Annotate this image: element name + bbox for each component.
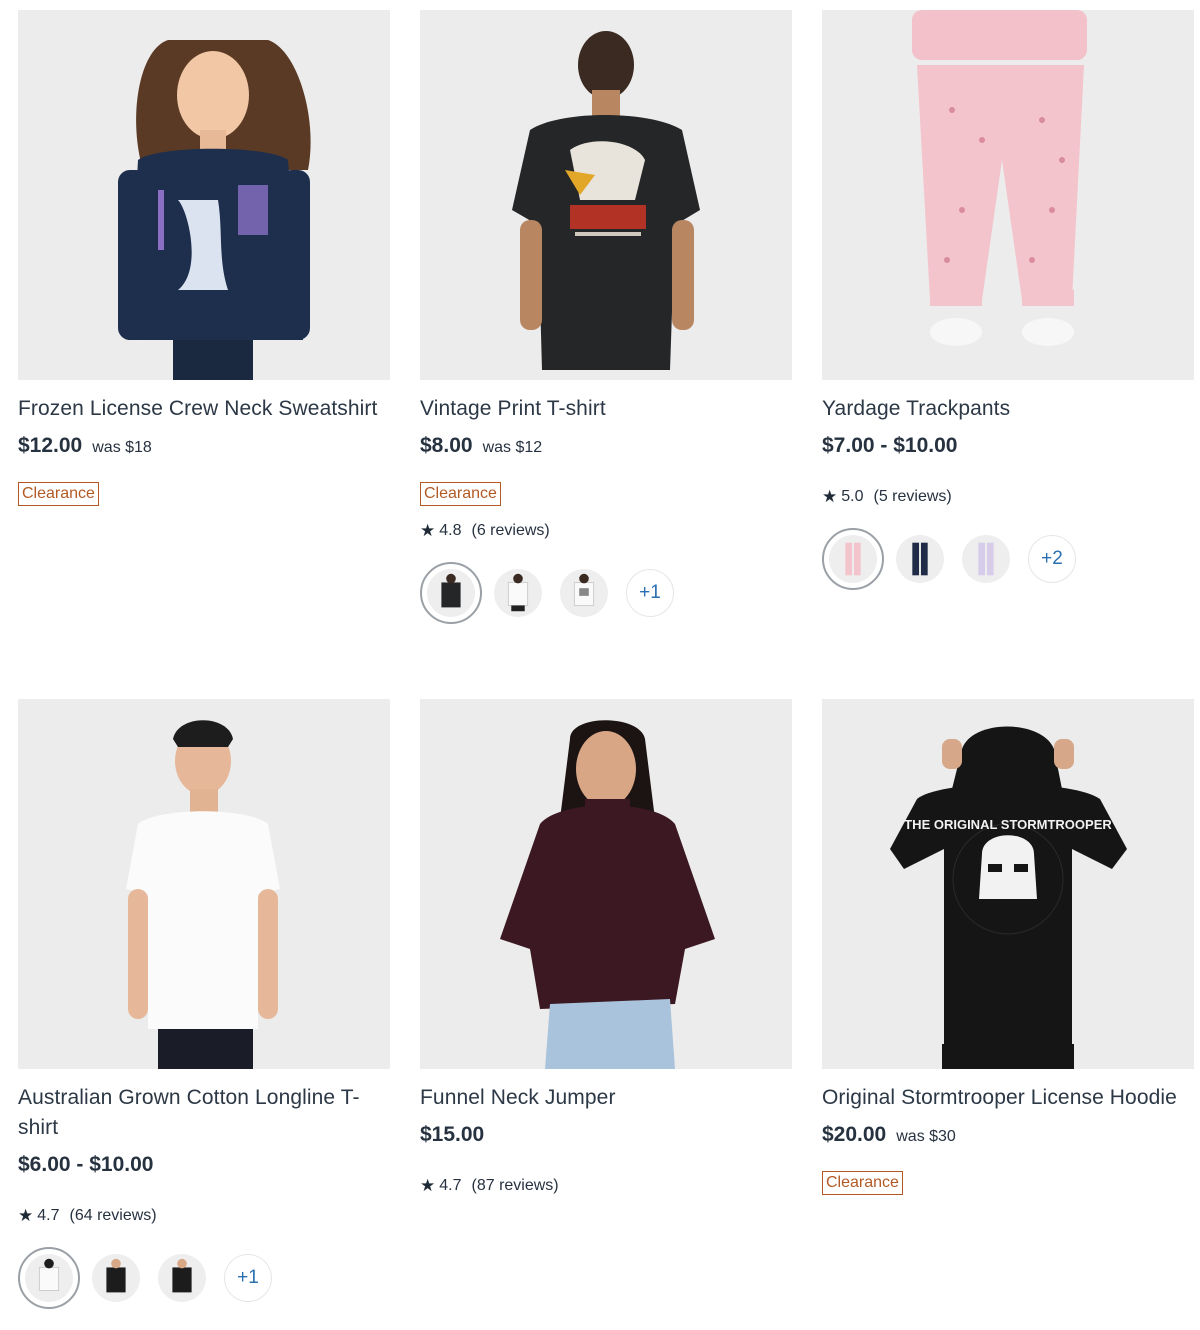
rating: ★ 4.8 (6 reviews): [420, 520, 792, 542]
swatch-black[interactable]: [92, 1254, 140, 1302]
product-photo-pink-trackpants: [822, 10, 1194, 380]
product-card-funnel-neck-jumper[interactable]: Funnel Neck Jumper $15.00 ★ 4.7 (87 revi…: [420, 699, 792, 1197]
clearance-badge: Clearance: [822, 1171, 903, 1195]
colour-swatches: +1: [18, 1247, 390, 1309]
rating: ★ 4.7 (87 reviews): [420, 1175, 792, 1197]
review-count[interactable]: (87 reviews): [472, 1177, 559, 1195]
swatch-white-selected[interactable]: [18, 1247, 80, 1309]
clearance-badge: Clearance: [420, 482, 501, 506]
price-row: $15.00: [420, 1123, 792, 1151]
more-colours-button[interactable]: +1: [626, 569, 674, 617]
price: $20.00: [822, 1123, 887, 1146]
product-photo-black-hoodie-back: THE ORIGINAL STORMTROOPER: [822, 699, 1194, 1069]
print-text: THE ORIGINAL STORMTROOPER: [904, 817, 1112, 832]
product-title[interactable]: Original Stormtrooper License Hoodie: [822, 1083, 1194, 1113]
product-image[interactable]: [18, 10, 390, 380]
swatch-black-alt[interactable]: [158, 1254, 206, 1302]
swatch-lilac[interactable]: [962, 535, 1010, 583]
star-icon: ★: [18, 1206, 34, 1225]
swatch-black-selected[interactable]: [420, 562, 482, 624]
swatch-navy[interactable]: [896, 535, 944, 583]
price-row: $12.00 was $18: [18, 434, 390, 462]
clearance-badge: Clearance: [18, 482, 99, 506]
price: $12.00: [18, 434, 83, 457]
product-card-stormtrooper-hoodie[interactable]: THE ORIGINAL STORMTROOPER Original Storm…: [822, 699, 1194, 1195]
product-title[interactable]: Funnel Neck Jumper: [420, 1083, 792, 1113]
price-row: $6.00 - $10.00: [18, 1153, 390, 1181]
rating: ★ 5.0 (5 reviews): [822, 486, 1194, 508]
product-card-yardage-trackpants[interactable]: Yardage Trackpants $7.00 - $10.00 ★ 5.0 …: [822, 10, 1194, 590]
price: $7.00 - $10.00: [822, 434, 958, 457]
rating-value: 4.7: [439, 1177, 462, 1194]
rating-value: 4.8: [439, 522, 462, 539]
product-photo-girl-navy-sweatshirt: [18, 10, 390, 380]
price: $15.00: [420, 1123, 485, 1146]
product-image[interactable]: [420, 10, 792, 380]
price-row: $8.00 was $12: [420, 434, 792, 462]
colour-swatches: +1: [420, 562, 792, 624]
product-title[interactable]: Yardage Trackpants: [822, 394, 1194, 424]
review-count[interactable]: (64 reviews): [70, 1207, 157, 1225]
colour-swatches: +2: [822, 528, 1194, 590]
star-icon: ★: [420, 521, 436, 540]
product-image[interactable]: [420, 699, 792, 1069]
product-card-longline-tshirt[interactable]: Australian Grown Cotton Longline T-shirt…: [18, 699, 390, 1309]
product-title[interactable]: Australian Grown Cotton Longline T-shirt: [18, 1083, 390, 1143]
rating: ★ 4.7 (64 reviews): [18, 1205, 390, 1227]
price-row: $20.00 was $30: [822, 1123, 1194, 1151]
more-colours-button[interactable]: +2: [1028, 535, 1076, 583]
product-title[interactable]: Frozen License Crew Neck Sweatshirt: [18, 394, 390, 424]
product-title[interactable]: Vintage Print T-shirt: [420, 394, 792, 424]
star-icon: ★: [420, 1176, 436, 1195]
was-price: was $30: [896, 1128, 956, 1145]
price-row: $7.00 - $10.00: [822, 434, 1194, 462]
review-count[interactable]: (6 reviews): [472, 522, 550, 540]
product-card-vintage-tshirt[interactable]: Vintage Print T-shirt $8.00 was $12 Clea…: [420, 10, 792, 624]
swatch-white[interactable]: [494, 569, 542, 617]
product-card-frozen-sweatshirt[interactable]: Frozen License Crew Neck Sweatshirt $12.…: [18, 10, 390, 506]
price: $8.00: [420, 434, 473, 457]
was-price: was $12: [482, 439, 543, 456]
star-icon: ★: [822, 487, 838, 506]
product-photo-man-black-tshirt-back: [420, 10, 792, 380]
rating-value: 4.7: [37, 1207, 60, 1224]
product-image[interactable]: [822, 10, 1194, 380]
rating-value: 5.0: [841, 488, 864, 505]
product-photo-man-white-tshirt: [18, 699, 390, 1069]
swatch-white-print[interactable]: [560, 569, 608, 617]
price: $6.00 - $10.00: [18, 1153, 154, 1176]
product-image[interactable]: [18, 699, 390, 1069]
review-count[interactable]: (5 reviews): [874, 488, 952, 506]
swatch-pink-selected[interactable]: [822, 528, 884, 590]
product-photo-woman-burgundy-jumper: [420, 699, 792, 1069]
more-colours-button[interactable]: +1: [224, 1254, 272, 1302]
was-price: was $18: [92, 439, 152, 456]
product-image[interactable]: THE ORIGINAL STORMTROOPER: [822, 699, 1194, 1069]
